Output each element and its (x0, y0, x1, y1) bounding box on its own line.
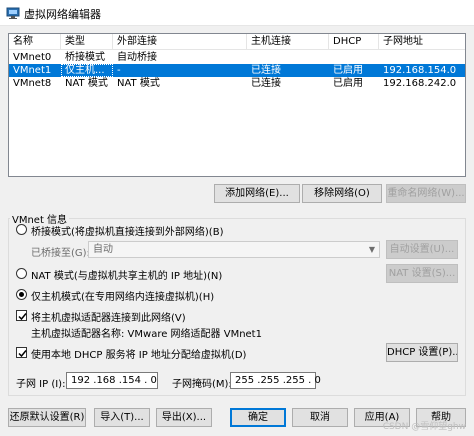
cell-subnet (379, 51, 465, 64)
radio-selected-dot (19, 292, 24, 297)
bridged-to-label: 已桥接至(G): (31, 248, 90, 259)
auto-settings-button[interactable]: 自动设置(U)... (386, 240, 458, 259)
window-title: 虚拟网络编辑器 (24, 8, 101, 21)
cell-dhcp: 已启用 (333, 65, 363, 76)
column-header-external[interactable]: 外部连接 (113, 34, 247, 50)
network-row-vmnet0[interactable]: VMnet0 桥接模式 自动桥接 (9, 51, 465, 64)
checkmark-icon (18, 350, 27, 358)
ok-button[interactable]: 确定 (230, 408, 286, 427)
network-list[interactable]: 名称 类型 外部连接 主机连接 DHCP 子网地址 VMnet0 桥接模式 自动… (8, 33, 466, 177)
subnet-mask-label: 子网掩码(M): (172, 379, 232, 390)
nat-mode-radio[interactable] (16, 268, 27, 279)
use-dhcp-label[interactable]: 使用本地 DHCP 服务将 IP 地址分配给虚拟机(D) (31, 346, 246, 361)
cell-name: VMnet8 (13, 78, 52, 89)
cell-external: 自动桥接 (117, 52, 157, 63)
network-row-vmnet8[interactable]: VMnet8 NAT 模式 NAT 模式 已连接 已启用 192.168.242… (9, 77, 465, 90)
cell-host: 已连接 (251, 78, 281, 89)
nat-mode-label[interactable]: NAT 模式(与虚拟机共享主机的 IP 地址)(N) (31, 267, 222, 282)
watermark: CSDN @雪仰望ghw (382, 422, 466, 432)
cell-type: NAT 模式 (65, 78, 108, 89)
dhcp-settings-button[interactable]: DHCP 设置(P)... (386, 343, 458, 362)
cell-subnet: 192.168.242.0 (383, 78, 457, 89)
connect-adapter-checkbox[interactable] (16, 310, 27, 321)
bridged-to-value: 自动 (93, 244, 113, 255)
connect-adapter-label[interactable]: 将主机虚拟适配器连接到此网络(V) (31, 309, 186, 324)
cell-external: NAT 模式 (117, 78, 160, 89)
cell-type: 仅主机... (61, 64, 113, 77)
subnet-mask-input[interactable]: 255 .255 .255 . 0 (230, 372, 321, 389)
remove-network-button[interactable]: 移除网络(O) (302, 184, 382, 203)
cell-external: - (117, 65, 121, 76)
bridged-mode-label[interactable]: 桥接模式(将虚拟机直接连接到外部网络)(B) (31, 223, 223, 238)
network-editor-icon (6, 6, 20, 20)
nat-settings-button[interactable]: NAT 设置(S)... (386, 264, 458, 283)
column-header-name[interactable]: 名称 (9, 34, 61, 50)
add-network-button[interactable]: 添加网络(E)... (214, 184, 300, 203)
restore-defaults-button[interactable]: 还原默认设置(R) (8, 408, 86, 427)
import-button[interactable]: 导入(T)... (94, 408, 150, 427)
column-header-host[interactable]: 主机连接 (247, 34, 329, 50)
column-header-type[interactable]: 类型 (61, 34, 113, 50)
cell-type: 桥接模式 (65, 52, 105, 63)
cell-host: 已连接 (251, 65, 281, 76)
column-header-dhcp[interactable]: DHCP (329, 34, 379, 50)
checkmark-icon (18, 313, 27, 321)
cell-name: VMnet0 (13, 52, 52, 63)
title-bar[interactable]: 虚拟网络编辑器 (0, 0, 474, 26)
bridged-mode-radio[interactable] (16, 224, 27, 235)
use-dhcp-checkbox[interactable] (16, 347, 27, 358)
adapter-name-label: 主机虚拟适配器名称: VMware 网络适配器 VMnet1 (31, 329, 262, 340)
cell-name: VMnet1 (13, 65, 52, 76)
cell-dhcp (329, 51, 379, 64)
bridged-to-select[interactable]: 自动 ▼ (88, 241, 380, 258)
column-header-subnet[interactable]: 子网地址 (379, 34, 465, 50)
network-row-vmnet1[interactable]: VMnet1 仅主机... - 已连接 已启用 192.168.154.0 (9, 64, 465, 77)
network-list-header: 名称 类型 外部连接 主机连接 DHCP 子网地址 (9, 34, 465, 50)
cell-subnet: 192.168.154.0 (383, 65, 457, 76)
rename-network-button[interactable]: 重命名网络(W)... (386, 184, 466, 203)
subnet-ip-label: 子网 IP (I): (16, 379, 66, 390)
host-only-mode-radio[interactable] (16, 289, 27, 300)
cell-dhcp: 已启用 (333, 78, 363, 89)
subnet-ip-input[interactable]: 192 .168 .154 . 0 (66, 372, 158, 389)
chevron-down-icon: ▼ (368, 245, 376, 254)
cell-host (247, 51, 329, 64)
export-button[interactable]: 导出(X)... (156, 408, 212, 427)
host-only-mode-label[interactable]: 仅主机模式(在专用网络内连接虚拟机)(H) (31, 288, 214, 303)
cancel-button[interactable]: 取消 (292, 408, 348, 427)
